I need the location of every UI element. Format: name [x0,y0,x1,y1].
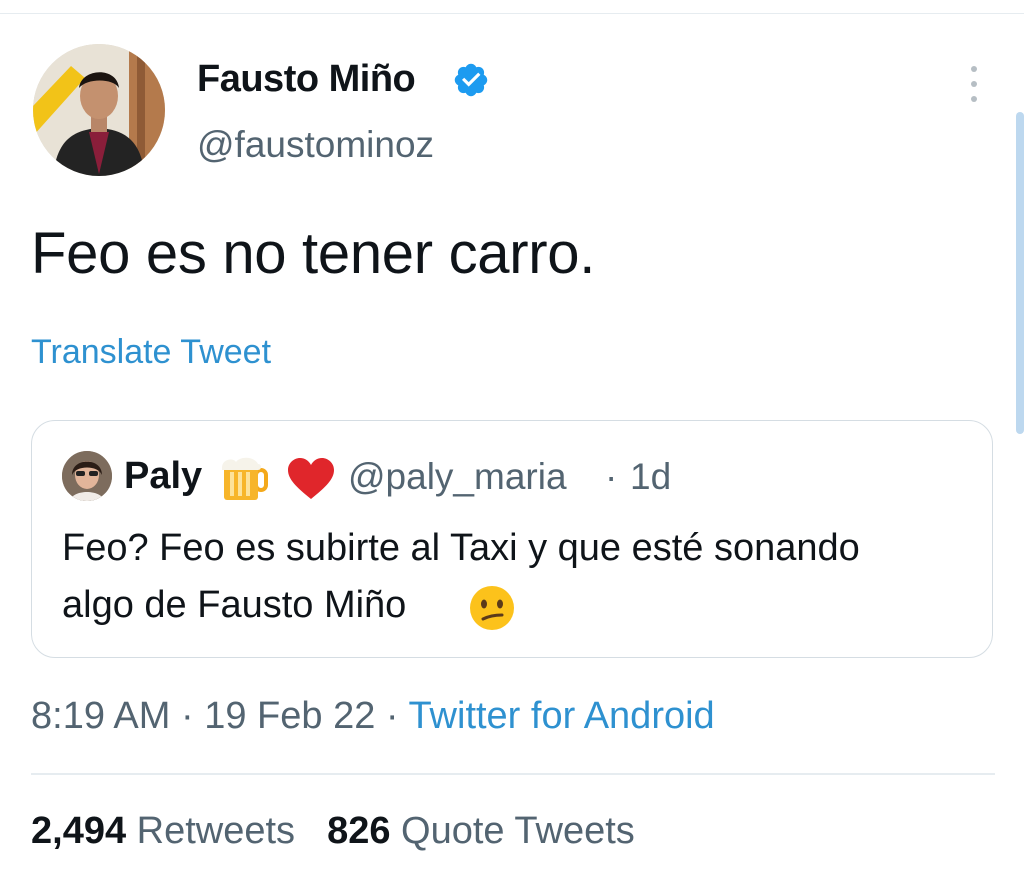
engagement-stats: 2,494 Retweets 826 Quote Tweets [31,810,635,853]
author-avatar-photo [33,44,165,176]
quoted-author-name: Paly [124,455,203,497]
tweet-text: Feo es no tener carro. [31,221,596,286]
quoted-timestamp: 1d [630,456,672,497]
quoted-avatar-photo [62,451,112,501]
tweet-source-link[interactable]: Twitter for Android [408,695,714,737]
retweets-label: Retweets [136,810,296,852]
quote-tweets-stat[interactable]: 826 Quote Tweets [327,810,635,852]
confused-face-icon [470,586,514,630]
quoted-separator: · [605,456,618,497]
quoted-text-line-2: algo de Fausto Miño [62,584,407,626]
quoted-author-avatar [62,451,112,501]
red-heart-icon [288,458,334,499]
verified-badge-icon [454,63,488,97]
tweet-meta: 8:19 AM · 19 Feb 22 · Twitter for Androi… [31,695,715,738]
more-options-icon[interactable] [962,66,986,102]
retweets-count: 2,494 [31,810,127,852]
tweet-date: 19 Feb 22 [204,695,376,737]
stats-divider [31,773,995,775]
meta-separator-1: · [170,695,205,737]
author-handle[interactable]: @faustominoz [197,124,434,166]
retweets-stat[interactable]: 2,494 Retweets [31,810,295,852]
top-divider [0,13,1024,14]
tweet-detail-page: Fausto Miño @faustominoz Feo es no tener… [0,0,1024,877]
quote-tweets-label: Quote Tweets [401,810,635,852]
quoted-author-handle: @paly_maria [348,456,567,497]
author-avatar[interactable] [33,44,165,176]
quote-tweets-count: 826 [327,810,391,852]
meta-separator-2: · [375,695,409,737]
quoted-tweet-card[interactable]: Paly @paly_maria · 1d Feo? Feo es subirt… [31,420,993,658]
quoted-text-line-1: Feo? Feo es subirte al Taxi y que esté s… [62,527,860,569]
tweet-time: 8:19 AM [31,695,171,737]
author-display-name[interactable]: Fausto Miño [197,58,416,101]
translate-tweet-link[interactable]: Translate Tweet [31,333,271,372]
beer-mug-icon [222,457,268,500]
scrollbar[interactable] [1016,112,1024,434]
